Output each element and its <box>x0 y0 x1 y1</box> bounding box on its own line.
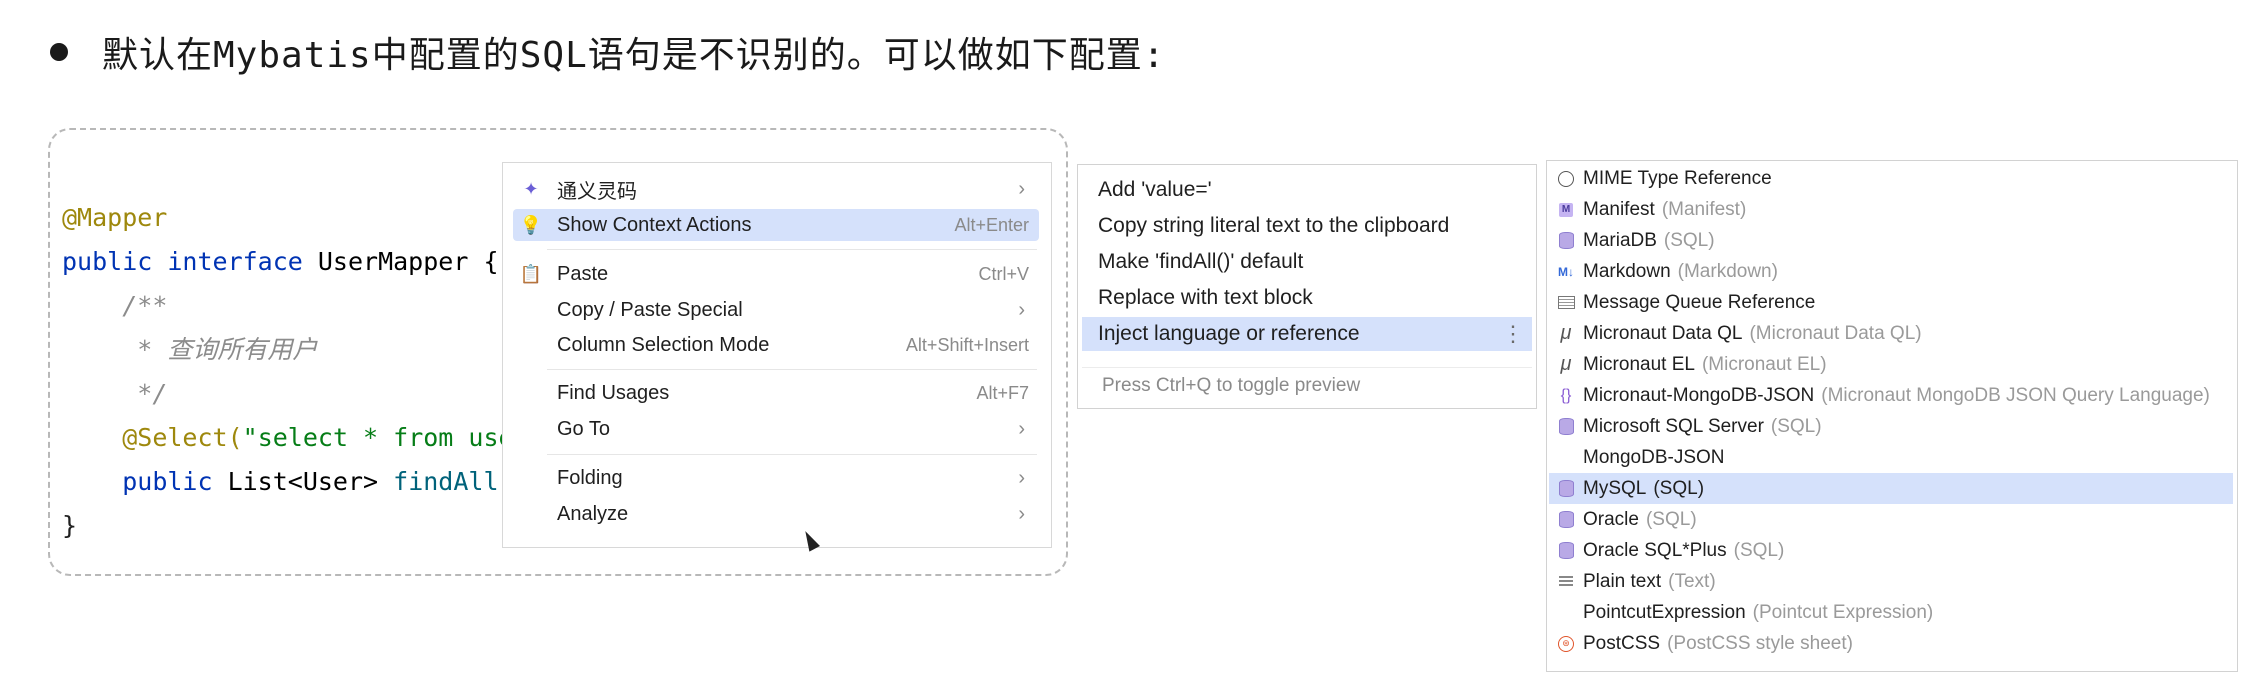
menu-item-column-selection-mode[interactable]: Column Selection Mode Alt+Shift+Insert <box>513 329 1039 361</box>
language-item[interactable]: MongoDB-JSON <box>1549 442 2233 473</box>
chevron-right-icon: › <box>1018 466 1025 489</box>
menu-item-paste[interactable]: 📋 Paste Ctrl+V <box>513 258 1039 290</box>
chevron-right-icon: › <box>1018 417 1025 440</box>
language-item-mysql[interactable]: MySQL (SQL) <box>1549 473 2233 504</box>
intention-item-inject-language[interactable]: Inject language or reference ⋮ <box>1082 317 1532 351</box>
mu-icon: μ <box>1560 322 1572 344</box>
code-line: * 查询所有用户 <box>122 335 318 364</box>
mu-icon: μ <box>1560 353 1572 375</box>
menu-item-go-to[interactable]: Go To › <box>513 413 1039 445</box>
intention-item[interactable]: Add 'value=' <box>1082 173 1532 207</box>
language-item[interactable]: M↓ Markdown (Markdown) <box>1549 256 2233 287</box>
database-icon <box>1557 232 1575 250</box>
postcss-icon: ⊛ <box>1557 635 1575 653</box>
code-line: @Mapper <box>62 203 168 232</box>
language-item[interactable]: μ Micronaut EL (Micronaut EL) <box>1549 349 2233 380</box>
slide-heading: 默认在Mybatis中配置的SQL语句是不识别的。可以做如下配置: <box>50 24 1165 80</box>
menu-item-show-context-actions[interactable]: 💡 Show Context Actions Alt+Enter <box>513 209 1039 241</box>
preview-hint: Press Ctrl+Q to toggle preview <box>1082 367 1532 404</box>
intention-item[interactable]: Copy string literal text to the clipboar… <box>1082 209 1532 243</box>
language-item[interactable]: M Manifest (Manifest) <box>1549 194 2233 225</box>
chevron-right-icon: › <box>1018 177 1025 200</box>
tongyi-icon: ✦ <box>523 178 539 199</box>
menu-separator <box>547 249 1037 250</box>
editor-context-menu: ✦ 通义灵码 › 💡 Show Context Actions Alt+Ente… <box>502 162 1052 548</box>
database-icon <box>1557 542 1575 560</box>
intention-actions-popup: Add 'value=' Copy string literal text to… <box>1077 164 1537 409</box>
language-item[interactable]: Oracle (SQL) <box>1549 504 2233 535</box>
database-icon <box>1557 418 1575 436</box>
code-line: @Select("select * from user <box>122 423 529 452</box>
text-icon <box>1557 573 1575 591</box>
menu-item-copy-paste-special[interactable]: Copy / Paste Special › <box>513 294 1039 326</box>
language-item[interactable]: PointcutExpression (Pointcut Expression) <box>1549 597 2233 628</box>
language-item[interactable]: {} Micronaut-MongoDB-JSON (Micronaut Mong… <box>1549 380 2233 411</box>
menu-item-folding[interactable]: Folding › <box>513 462 1039 494</box>
language-item[interactable]: Plain text (Text) <box>1549 566 2233 597</box>
more-options-icon[interactable]: ⋮ <box>1502 321 1524 347</box>
intention-item[interactable]: Make 'findAll()' default <box>1082 245 1532 279</box>
code-line: public List<User> findAll() <box>122 467 529 496</box>
heading-text: 默认在Mybatis中配置的SQL语句是不识别的。可以做如下配置: <box>102 35 1166 76</box>
language-injection-list: MIME Type Reference M Manifest (Manifest)… <box>1546 160 2238 672</box>
language-item[interactable]: μ Micronaut Data QL (Micronaut Data QL) <box>1549 318 2233 349</box>
menu-item-find-usages[interactable]: Find Usages Alt+F7 <box>513 377 1039 409</box>
braces-icon: {} <box>1560 386 1572 404</box>
menu-separator <box>547 454 1037 455</box>
manifest-icon: M <box>1557 201 1575 219</box>
database-icon <box>1557 511 1575 529</box>
code-line: public interface UserMapper { <box>62 247 499 276</box>
code-editor[interactable]: @Mapper public interface UserMapper { /*… <box>62 196 529 548</box>
code-line: } <box>62 511 78 540</box>
intention-item[interactable]: Replace with text block <box>1082 281 1532 315</box>
lightbulb-icon: 💡 <box>519 214 543 235</box>
globe-icon <box>1557 170 1575 188</box>
code-line: /** <box>122 291 168 320</box>
code-line: */ <box>122 379 168 408</box>
menu-item-analyze[interactable]: Analyze › <box>513 498 1039 530</box>
markdown-icon: M↓ <box>1558 264 1574 279</box>
blank-icon <box>1557 604 1575 622</box>
database-icon <box>1557 480 1575 498</box>
bullet-dot <box>50 43 68 61</box>
blank-icon <box>1557 449 1575 467</box>
clipboard-icon: 📋 <box>519 263 543 284</box>
language-item[interactable]: MariaDB (SQL) <box>1549 225 2233 256</box>
menu-separator <box>547 369 1037 370</box>
message-queue-icon <box>1557 294 1575 312</box>
language-item[interactable]: ⊛ PostCSS (PostCSS style sheet) <box>1549 628 2233 659</box>
language-item[interactable]: MIME Type Reference <box>1549 163 2233 194</box>
language-item[interactable]: Message Queue Reference <box>1549 287 2233 318</box>
chevron-right-icon: › <box>1018 298 1025 321</box>
language-item[interactable]: Oracle SQL*Plus (SQL) <box>1549 535 2233 566</box>
chevron-right-icon: › <box>1018 502 1025 525</box>
menu-item-tongyi-lingma[interactable]: ✦ 通义灵码 › <box>513 173 1039 205</box>
language-item[interactable]: Microsoft SQL Server (SQL) <box>1549 411 2233 442</box>
